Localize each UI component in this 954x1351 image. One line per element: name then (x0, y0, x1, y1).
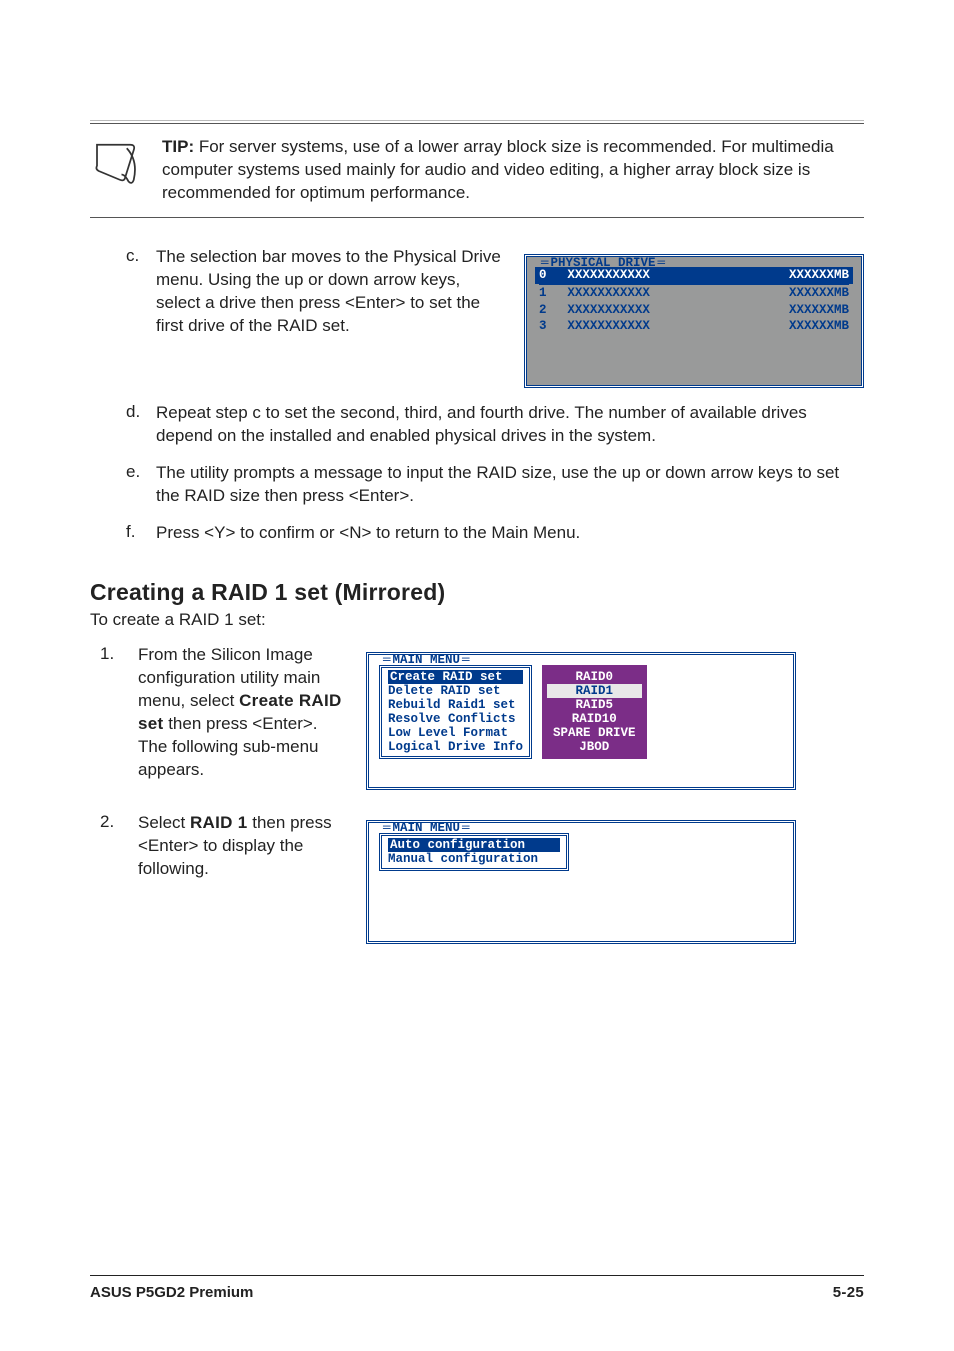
step-f: f. Press <Y> to confirm or <N> to return… (126, 522, 864, 545)
raid-option[interactable]: SPARE DRIVE (547, 726, 642, 740)
step-e-text: The utility prompts a message to input t… (156, 462, 864, 508)
config-item[interactable]: Manual configuration (388, 852, 560, 866)
tip-label: TIP: (162, 137, 194, 156)
physical-drive-table: 0 XXXXXXXXXXX XXXXXXMB 1 XXXXXXXXXXX XXX… (535, 267, 853, 336)
drive-row[interactable]: 3 XXXXXXXXXXX XXXXXXMB (535, 318, 853, 335)
step-d-bullet: d. (126, 402, 146, 448)
step-c-text: The selection bar moves to the Physical … (156, 246, 508, 338)
main-menu-right: RAID0 RAID1 RAID5 RAID10 SPARE DRIVE JBO… (542, 665, 647, 759)
numstep-2-pre: Select (138, 813, 190, 832)
tip-body: For server systems, use of a lower array… (162, 137, 834, 202)
step-f-text: Press <Y> to confirm or <N> to return to… (156, 522, 864, 545)
raid-option[interactable]: RAID0 (547, 670, 642, 684)
main-menu-title: MAIN MENU (379, 653, 474, 667)
page-footer: ASUS P5GD2 Premium 5-25 (90, 1275, 864, 1301)
step-f-bullet: f. (126, 522, 146, 545)
menu-item[interactable]: Rebuild Raid1 set (388, 698, 523, 712)
tip-callout: TIP: For server systems, use of a lower … (90, 123, 864, 218)
step-e-bullet: e. (126, 462, 146, 508)
drive-row[interactable]: 1 XXXXXXXXXXX XXXXXXMB (535, 285, 853, 302)
step-d-text: Repeat step c to set the second, third, … (156, 402, 864, 448)
raid-option[interactable]: RAID5 (547, 698, 642, 712)
drive-name: XXXXXXXXXXX (563, 302, 728, 319)
drive-row[interactable]: 2 XXXXXXXXXXX XXXXXXMB (535, 302, 853, 319)
drive-idx: 1 (535, 285, 563, 302)
config-mode-panel: MAIN MENU Auto configuration Manual conf… (366, 820, 796, 944)
drive-idx: 2 (535, 302, 563, 319)
step-d: d. Repeat step c to set the second, thir… (126, 402, 864, 448)
raid-option[interactable]: RAID10 (547, 712, 642, 726)
drive-size: XXXXXXMB (729, 318, 853, 335)
tip-text: TIP: For server systems, use of a lower … (162, 136, 864, 205)
menu-item[interactable]: Low Level Format (388, 726, 523, 740)
physical-drive-panel: PHYSICAL DRIVE 0 XXXXXXXXXXX XXXXXXMB (524, 254, 864, 389)
physical-drive-title: PHYSICAL DRIVE (537, 255, 669, 272)
menu-item[interactable]: Logical Drive Info (388, 740, 523, 754)
numstep-2: 2. Select RAID 1 then press <Enter> to d… (100, 812, 864, 944)
raid-option[interactable]: JBOD (547, 740, 642, 754)
raid-option[interactable]: RAID1 (547, 684, 642, 698)
section-heading: Creating a RAID 1 set (Mirrored) (90, 579, 864, 606)
numstep-1-post: then press <Enter>. The following sub-me… (138, 714, 318, 779)
footer-page-number: 5-25 (833, 1284, 864, 1301)
config-item[interactable]: Auto configuration (388, 838, 560, 852)
menu-item[interactable]: Create RAID set (388, 670, 523, 684)
numstep-2-num: 2. (100, 812, 120, 944)
numstep-1-num: 1. (100, 644, 120, 790)
numstep-1: 1. From the Silicon Image configuration … (100, 644, 864, 790)
drive-size: XXXXXXMB (729, 302, 853, 319)
section-sub: To create a RAID 1 set: (90, 610, 864, 630)
step-e: e. The utility prompts a message to inpu… (126, 462, 864, 508)
drive-size: XXXXXXMB (729, 267, 853, 284)
step-c: c. The selection bar moves to the Physic… (126, 246, 864, 389)
step-c-bullet: c. (126, 246, 146, 389)
footer-left: ASUS P5GD2 Premium (90, 1284, 253, 1301)
config-mode-menu: Auto configuration Manual configuration (379, 833, 569, 871)
note-icon (90, 136, 146, 205)
numstep-2-text: Select RAID 1 then press <Enter> to disp… (138, 812, 348, 881)
drive-size: XXXXXXMB (729, 285, 853, 302)
numstep-1-text: From the Silicon Image configuration uti… (138, 644, 348, 782)
drive-idx: 3 (535, 318, 563, 335)
numstep-2-bold: RAID 1 (190, 813, 248, 832)
main-menu-left: Create RAID set Delete RAID set Rebuild … (379, 665, 532, 759)
menu-item[interactable]: Delete RAID set (388, 684, 523, 698)
menu-item[interactable]: Resolve Conflicts (388, 712, 523, 726)
main-menu-panel: MAIN MENU Create RAID set Delete RAID se… (366, 652, 796, 790)
drive-name: XXXXXXXXXXX (563, 318, 728, 335)
drive-name: XXXXXXXXXXX (563, 285, 728, 302)
config-mode-title: MAIN MENU (379, 821, 474, 835)
